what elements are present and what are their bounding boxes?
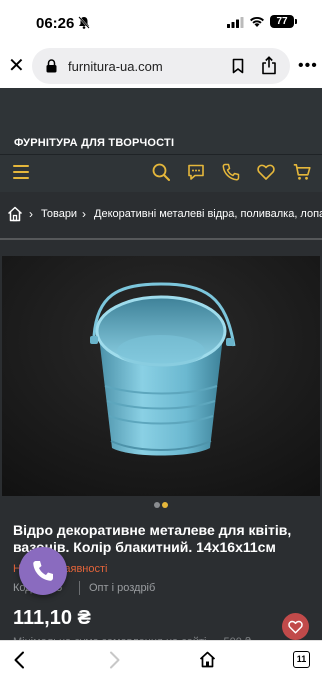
address-field[interactable]: furnitura-ua.com xyxy=(32,48,290,84)
call-button[interactable] xyxy=(19,547,67,595)
forward-icon[interactable] xyxy=(106,651,122,669)
more-icon[interactable]: ••• xyxy=(298,58,318,74)
bookmark-icon[interactable] xyxy=(232,58,244,74)
chevron-right-icon: › xyxy=(29,207,33,221)
signal-icon xyxy=(227,17,244,28)
tabs-button[interactable]: 11 xyxy=(293,651,310,668)
breadcrumb: › Товари › Декоративні металеві відра, п… xyxy=(0,192,322,238)
home-icon[interactable] xyxy=(199,651,216,668)
carousel-dot-active[interactable] xyxy=(162,502,168,508)
battery-indicator: 77 xyxy=(270,15,297,28)
site-brand[interactable]: ФУРНІТУРА ДЛЯ ТВОРЧОСТІ xyxy=(14,137,174,149)
home-icon[interactable] xyxy=(7,206,23,222)
menu-icon[interactable] xyxy=(13,165,29,179)
heart-icon[interactable] xyxy=(257,163,275,181)
back-icon[interactable] xyxy=(12,651,28,669)
breadcrumb-item[interactable]: Декоративні металеві відра, поливалка, л… xyxy=(94,208,322,220)
phone-icon[interactable] xyxy=(222,163,240,181)
divider xyxy=(0,238,322,240)
browser-toolbar: 11 xyxy=(0,640,322,700)
share-icon[interactable] xyxy=(261,56,277,75)
breadcrumb-item[interactable]: Товари xyxy=(41,208,77,220)
image-carousel-dots xyxy=(154,502,168,508)
product-image[interactable] xyxy=(2,256,320,496)
header-divider xyxy=(0,154,322,155)
close-icon[interactable]: ✕ xyxy=(8,56,25,76)
product-price: 111,10 ₴ xyxy=(13,607,91,629)
bell-off-icon xyxy=(78,16,90,29)
product-title: Відро декоративне металеве для квітів, в… xyxy=(13,522,292,555)
heart-icon xyxy=(288,620,303,634)
chevron-right-icon: › xyxy=(82,207,86,221)
lock-icon xyxy=(46,59,57,73)
carousel-dot[interactable] xyxy=(154,502,160,508)
sale-type: Опт і роздріб xyxy=(89,582,156,594)
wifi-icon xyxy=(250,16,264,27)
phone-icon xyxy=(33,561,53,581)
chat-icon[interactable] xyxy=(187,163,205,181)
bucket-illustration xyxy=(2,256,320,496)
url-text: furnitura-ua.com xyxy=(68,59,163,74)
search-icon[interactable] xyxy=(152,163,170,181)
site-header: ФУРНІТУРА ДЛЯ ТВОРЧОСТІ xyxy=(0,88,322,192)
cart-icon[interactable] xyxy=(293,163,311,181)
status-bar: 06:26 77 xyxy=(0,0,322,44)
status-time: 06:26 xyxy=(36,15,75,32)
favorite-button[interactable] xyxy=(282,613,309,640)
divider xyxy=(79,581,80,595)
browser-url-bar: ✕ furnitura-ua.com ••• xyxy=(0,44,322,88)
